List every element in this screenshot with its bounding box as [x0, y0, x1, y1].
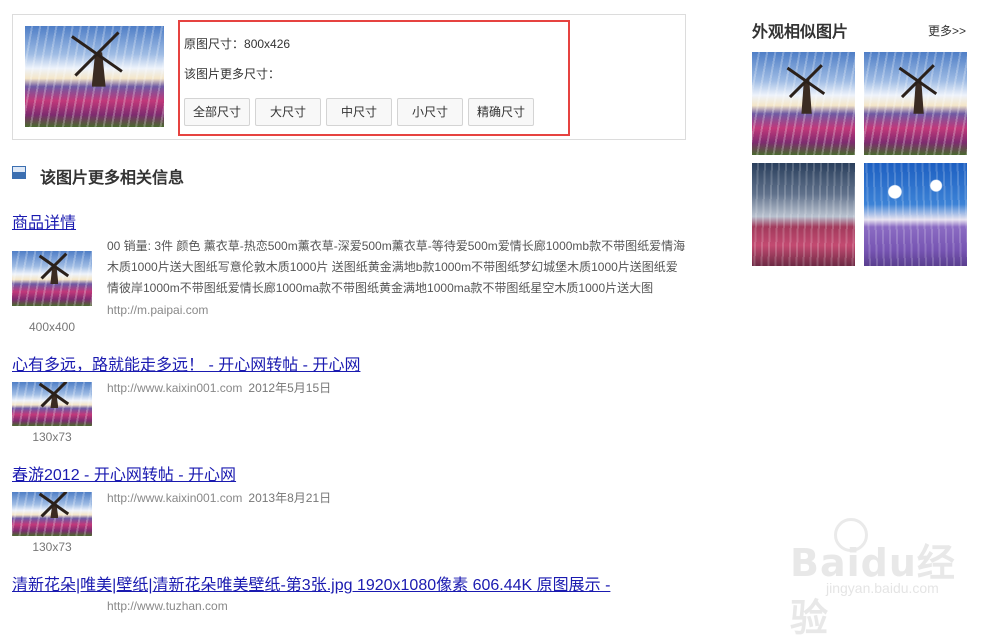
result-description-1: 00 销量: 3件 颜色 薰衣草-热恋500m薰衣草-深爱500m薰衣草-等待爱…	[107, 239, 686, 295]
large-size-button[interactable]: 大尺寸	[255, 98, 321, 126]
main-image-thumbnail[interactable]	[25, 26, 164, 127]
original-size-label: 原图尺寸：800x426	[184, 37, 291, 51]
baidu-jingyan-watermark: Baidu经验 jingyan.baidu.com	[760, 516, 980, 640]
similar-image-3[interactable]	[752, 163, 855, 266]
similar-images-title: 外观相似图片	[752, 24, 849, 41]
similar-image-2[interactable]	[864, 52, 967, 155]
result-thumbnail-3[interactable]	[12, 492, 92, 536]
more-sizes-label: 该图片更多尺寸：	[184, 67, 281, 81]
result-title-3[interactable]: 春游2012 - 开心网转帖 - 开心网	[12, 461, 236, 485]
result-size-1: 400x400	[28, 320, 76, 334]
exact-size-button[interactable]: 精确尺寸	[468, 98, 534, 126]
section-title: 该图片更多相关信息	[40, 170, 185, 187]
all-sizes-button[interactable]: 全部尺寸	[184, 98, 250, 126]
result-thumbnail-1[interactable]	[12, 251, 92, 306]
result-url-3: http://www.kaixin001.com 2013年8月21日	[107, 491, 332, 505]
medium-size-button[interactable]: 中尺寸	[326, 98, 392, 126]
similar-image-1[interactable]	[752, 52, 855, 155]
result-url-1: http://m.paipai.com	[107, 303, 209, 317]
similar-image-4[interactable]	[864, 163, 967, 266]
watermark-url: jingyan.baidu.com	[826, 580, 939, 596]
result-date-3: 2013年8月21日	[248, 491, 332, 505]
result-thumbnail-2[interactable]	[12, 382, 92, 426]
small-size-button[interactable]: 小尺寸	[397, 98, 463, 126]
result-size-3: 130x73	[32, 540, 72, 554]
result-title-2[interactable]: 心有多远，路就能走多远！ - 开心网转帖 - 开心网	[12, 351, 360, 375]
result-url-4: http://www.tuzhan.com	[107, 599, 228, 613]
more-link[interactable]: 更多>>	[928, 22, 966, 39]
result-date-2: 2012年5月15日	[248, 381, 332, 395]
result-title-4[interactable]: 清新花朵|唯美|壁纸|清新花朵唯美壁纸-第3张.jpg 1920x1080像素 …	[12, 571, 610, 595]
result-size-2: 130x73	[32, 430, 72, 444]
result-title-1[interactable]: 商品详情	[12, 209, 76, 233]
result-url-2: http://www.kaixin001.com 2012年5月15日	[107, 381, 332, 395]
original-size-value: 800x426	[244, 37, 291, 51]
image-icon	[12, 166, 26, 179]
